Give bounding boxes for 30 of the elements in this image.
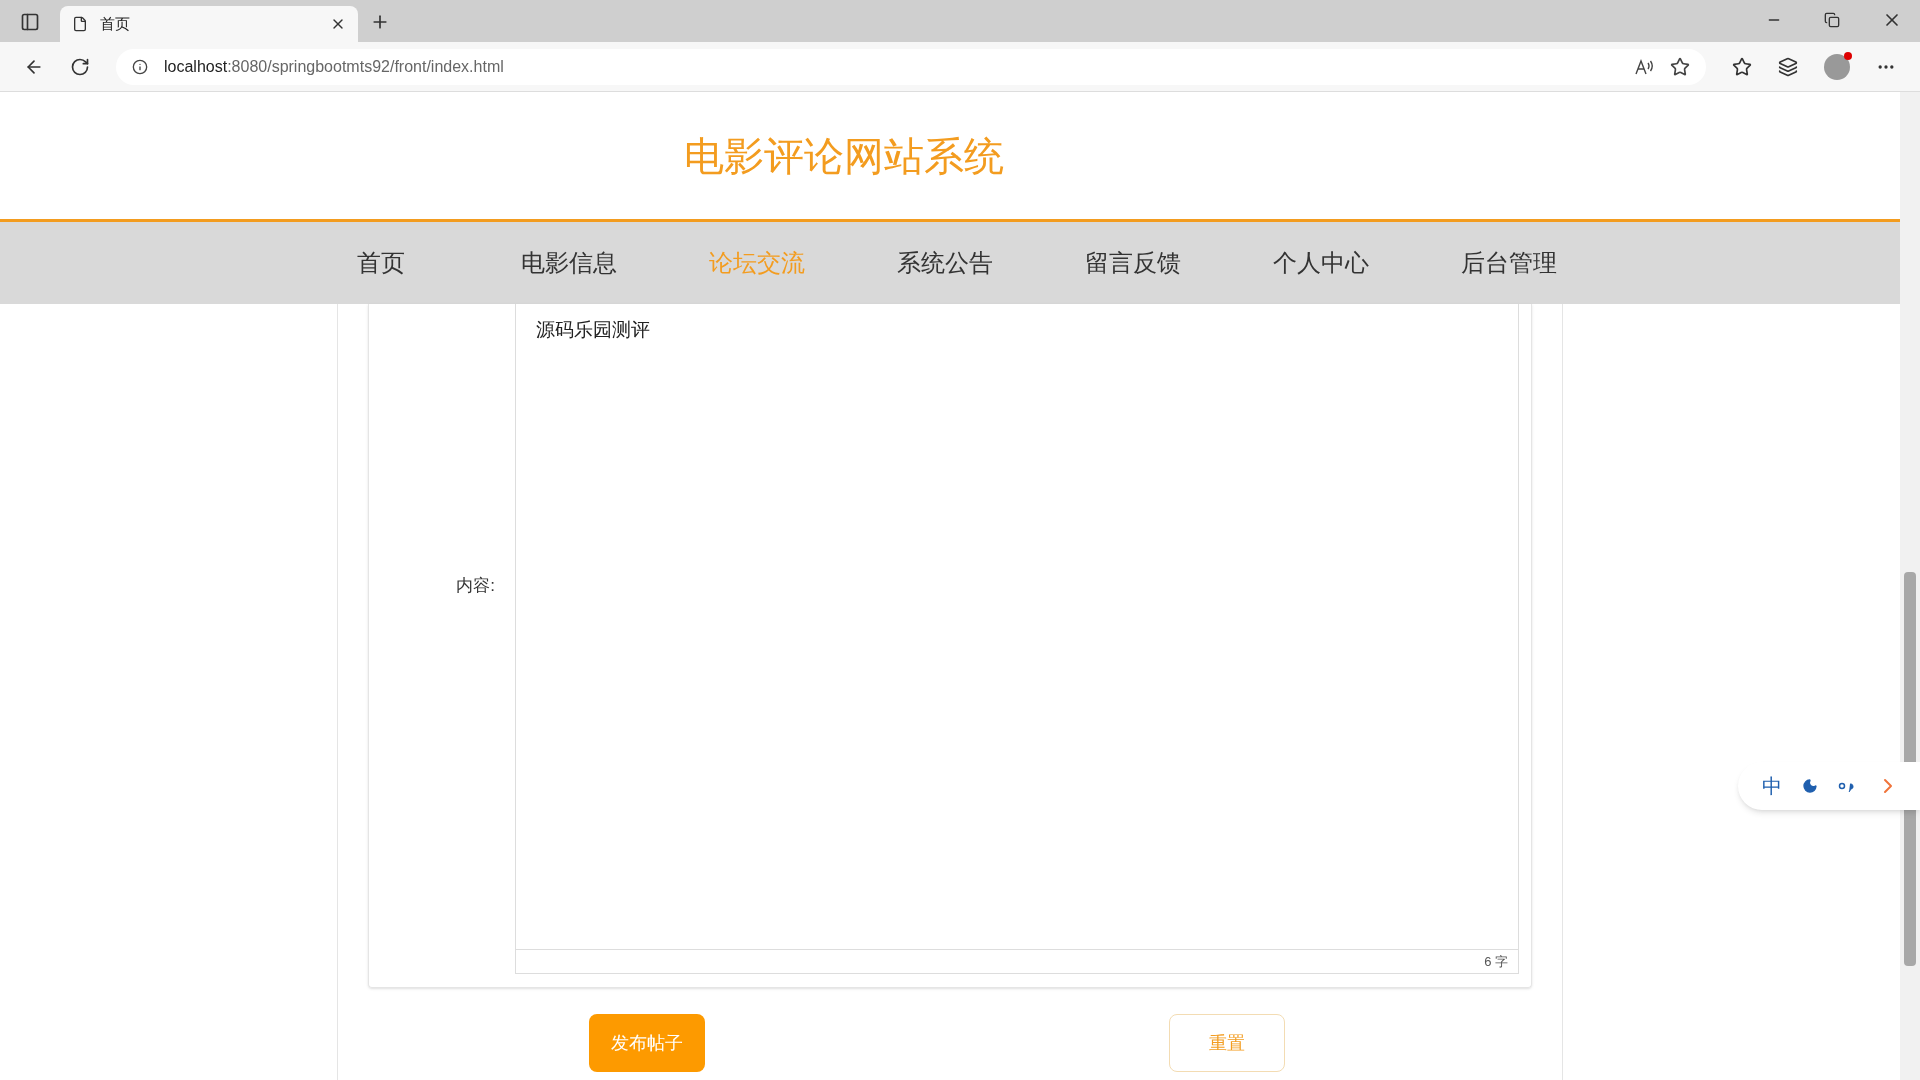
nav-link[interactable]: 个人中心 [1256, 245, 1386, 281]
scrollbar[interactable] [1900, 92, 1920, 1080]
word-count: 6 字 [1484, 952, 1508, 971]
browser-tab[interactable]: 首页 [60, 6, 358, 42]
content-label: 内容: [456, 574, 495, 597]
nav-link[interactable]: 首页 [316, 245, 446, 281]
site-info-icon[interactable] [132, 58, 148, 75]
ime-mode[interactable]: 中 [1762, 771, 1782, 801]
site-title: 电影评论网站系统 [684, 132, 1004, 180]
nav-link[interactable]: 后台管理 [1444, 245, 1574, 281]
editor-text: 源码乐园测评 [536, 318, 651, 342]
favorites-icon[interactable] [1732, 56, 1752, 77]
tab-actions-icon[interactable] [20, 12, 40, 32]
tab-title: 首页 [100, 13, 131, 34]
profile-avatar[interactable] [1824, 53, 1850, 80]
nav-link[interactable]: 电影信息 [504, 245, 634, 281]
favorite-add-icon[interactable] [1670, 56, 1690, 77]
ime-toolbar[interactable]: 中 [1738, 762, 1920, 810]
nav-link[interactable]: 系统公告 [880, 245, 1010, 281]
address-bar[interactable]: localhost:8080/springbootmts92/front/index.html [116, 48, 1706, 85]
read-aloud-icon[interactable] [1634, 57, 1654, 76]
collections-icon[interactable] [1778, 56, 1798, 77]
nav-link[interactable]: 留言反馈 [1068, 245, 1198, 281]
punctuation-icon[interactable] [1838, 780, 1856, 792]
url-text: localhost:8080/springbootmts92/front/index.html [164, 56, 505, 77]
restore-icon[interactable] [1824, 12, 1840, 28]
rich-text-editor[interactable]: 源码乐园测评 6 字 [515, 304, 1519, 974]
reload-icon[interactable] [70, 56, 90, 77]
page-icon [72, 16, 88, 32]
moon-icon[interactable] [1802, 778, 1818, 794]
